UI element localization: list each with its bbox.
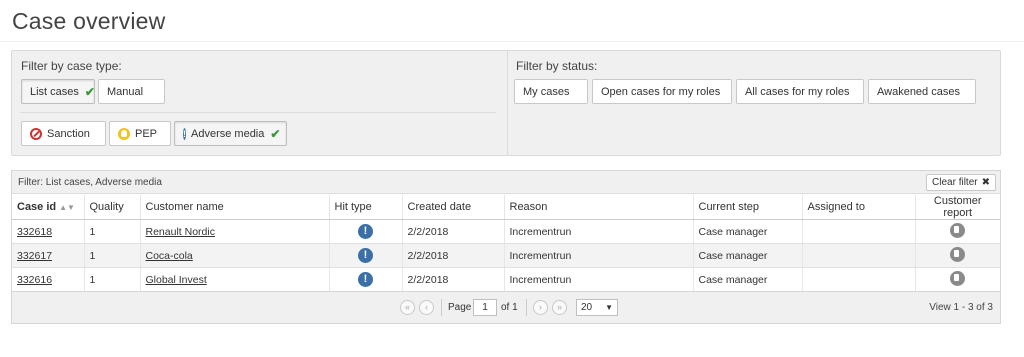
- filter-panel: Filter by case type: List cases ✔ Manual…: [11, 50, 1001, 156]
- page-title: Case overview: [12, 8, 166, 34]
- page-size-select[interactable]: 20 ▼: [576, 299, 618, 316]
- current-step-cell: Case manager: [692, 219, 802, 244]
- column-header-assigned-to[interactable]: Assigned to: [801, 195, 915, 220]
- sanction-icon: [30, 127, 42, 140]
- adverse-media-icon: !: [358, 272, 373, 287]
- column-header-current-step[interactable]: Current step: [692, 195, 802, 220]
- status-heading: Filter by status:: [516, 59, 598, 73]
- document-icon[interactable]: [950, 270, 966, 286]
- quality-cell: 1: [83, 267, 140, 292]
- view-count-text: View 1 - 3 of 3: [929, 302, 993, 313]
- case-grid: Filter: List cases, Adverse media Clear …: [11, 170, 1001, 324]
- pager: « ‹ Page 1 of 1 › » 20 ▼ View 1 - 3 of 3: [12, 291, 1000, 323]
- checkmark-icon: ✔: [84, 84, 95, 99]
- list-cases-button[interactable]: List cases ✔: [21, 79, 95, 104]
- created-date-cell: 2/2/2018: [401, 267, 504, 292]
- adverse-media-icon: !: [358, 224, 373, 239]
- column-header-customer-name[interactable]: Customer name: [139, 195, 329, 220]
- my-cases-button[interactable]: My cases: [514, 79, 588, 104]
- created-date-cell: 2/2/2018: [401, 219, 504, 244]
- title-divider: [0, 41, 1024, 42]
- sort-icon: ▲▼: [59, 203, 75, 212]
- sanction-button[interactable]: Sanction: [21, 121, 106, 146]
- first-page-icon[interactable]: «: [400, 300, 415, 315]
- page-input[interactable]: 1: [473, 299, 497, 316]
- all-cases-button[interactable]: All cases for my roles: [736, 79, 864, 104]
- created-date-cell: 2/2/2018: [401, 243, 504, 268]
- table-row[interactable]: 332616 1 Global Invest ! 2/2/2018 Increm…: [12, 267, 1000, 292]
- customer-name-link[interactable]: Renault Nordic: [146, 226, 215, 238]
- assigned-to-cell: [801, 267, 915, 292]
- close-icon: ✖: [981, 177, 990, 188]
- quality-cell: 1: [83, 219, 140, 244]
- customer-name-link[interactable]: Coca-cola: [146, 250, 193, 262]
- status-filter: Filter by status: My cases Open cases fo…: [507, 51, 1000, 155]
- adverse-media-button[interactable]: ! Adverse media ✔: [174, 121, 287, 146]
- next-page-icon[interactable]: ›: [533, 300, 548, 315]
- document-icon[interactable]: [950, 222, 966, 238]
- current-step-cell: Case manager: [692, 243, 802, 268]
- pager-divider: [526, 299, 527, 316]
- pep-button[interactable]: PEP: [109, 121, 171, 146]
- manual-button[interactable]: Manual: [98, 79, 165, 104]
- pager-divider: [441, 299, 442, 316]
- column-header-quality[interactable]: Quality: [83, 195, 140, 220]
- awakened-cases-button[interactable]: Awakened cases: [868, 79, 976, 104]
- case-id-link[interactable]: 332617: [17, 250, 52, 262]
- page-label: Page: [448, 302, 472, 313]
- column-header-created-date[interactable]: Created date: [401, 195, 504, 220]
- grid-filter-bar: Filter: List cases, Adverse media Clear …: [12, 171, 1000, 194]
- document-icon[interactable]: [950, 246, 966, 262]
- reason-cell: Incrementrun: [503, 219, 693, 244]
- open-cases-button[interactable]: Open cases for my roles: [592, 79, 732, 104]
- case-id-link[interactable]: 332618: [17, 226, 52, 238]
- table-row[interactable]: 332618 1 Renault Nordic ! 2/2/2018 Incre…: [12, 219, 1000, 244]
- case-id-link[interactable]: 332616: [17, 274, 52, 286]
- column-header-hit-type[interactable]: Hit type: [328, 195, 402, 220]
- table-header-row: Case id ▲▼ Quality Customer name Hit type…: [12, 195, 1000, 220]
- column-header-reason[interactable]: Reason: [503, 195, 693, 220]
- customer-name-link[interactable]: Global Invest: [146, 274, 207, 286]
- reason-cell: Incrementrun: [503, 243, 693, 268]
- quality-cell: 1: [83, 243, 140, 268]
- last-page-icon[interactable]: »: [552, 300, 567, 315]
- prev-page-icon[interactable]: ‹: [419, 300, 434, 315]
- active-filter-text: Filter: List cases, Adverse media: [18, 177, 162, 188]
- info-icon: !: [183, 127, 186, 140]
- current-step-cell: Case manager: [692, 267, 802, 292]
- clear-filter-button[interactable]: Clear filter ✖: [926, 174, 996, 191]
- checkmark-icon: ✔: [270, 126, 281, 141]
- table-row[interactable]: 332617 1 Coca-cola ! 2/2/2018 Incrementr…: [12, 243, 1000, 268]
- case-type-heading: Filter by case type:: [21, 59, 122, 73]
- chevron-down-icon: ▼: [605, 303, 613, 312]
- case-table: Case id ▲▼ Quality Customer name Hit type…: [12, 195, 1000, 292]
- case-type-filter: Filter by case type: List cases ✔ Manual…: [12, 51, 506, 155]
- adverse-media-icon: !: [358, 248, 373, 263]
- assigned-to-cell: [801, 243, 915, 268]
- reason-cell: Incrementrun: [503, 267, 693, 292]
- page-count-label: of 1: [501, 302, 518, 313]
- assigned-to-cell: [801, 219, 915, 244]
- column-header-customer-report[interactable]: Customer report: [914, 195, 1000, 220]
- filter-separator: [20, 112, 496, 113]
- pep-icon: [118, 127, 130, 140]
- column-header-case-id[interactable]: Case id ▲▼: [12, 195, 84, 220]
